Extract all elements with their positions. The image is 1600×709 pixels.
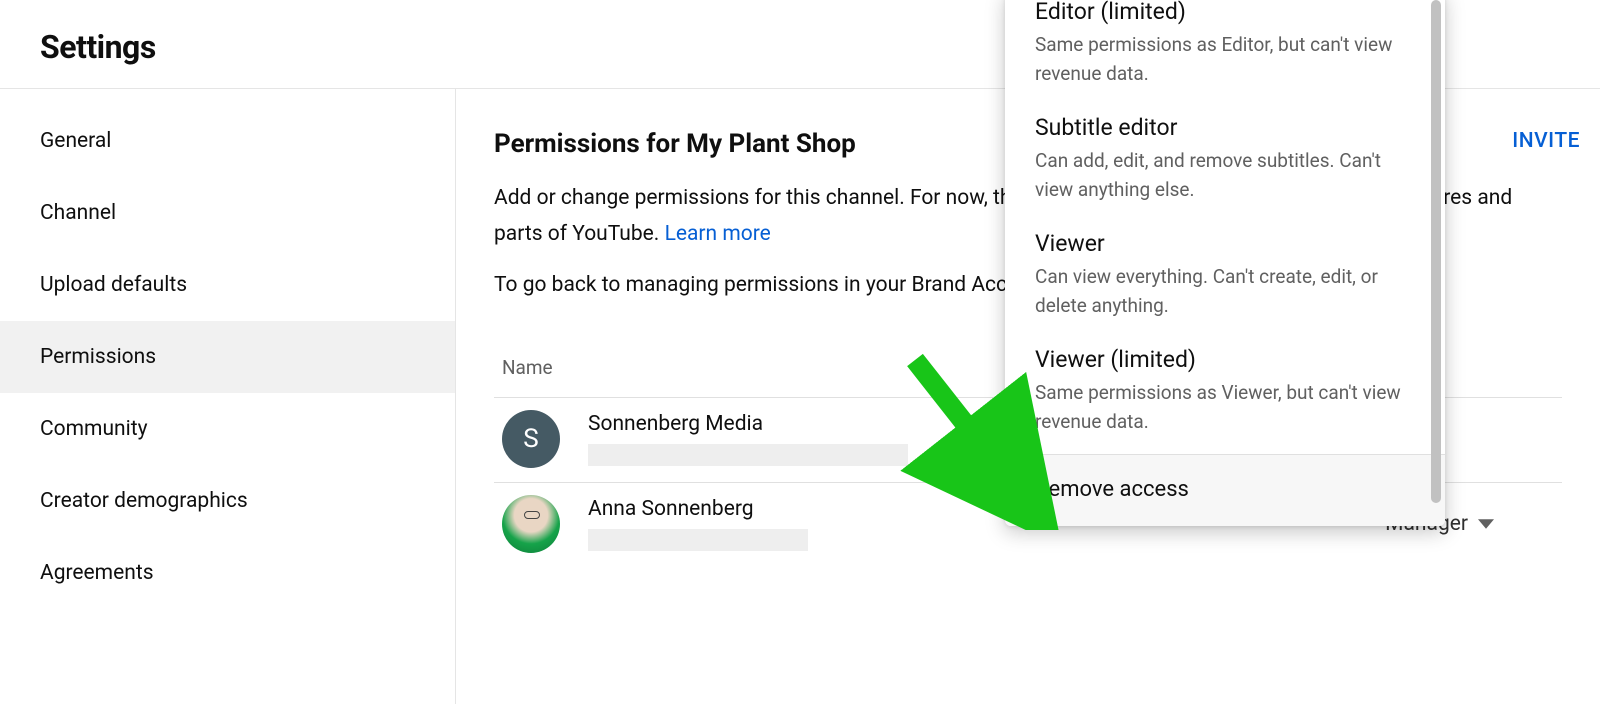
role-option-title: Subtitle editor	[1035, 114, 1415, 141]
sidebar-item-general[interactable]: General	[0, 105, 455, 177]
sidebar-item-upload-defaults[interactable]: Upload defaults	[0, 249, 455, 321]
role-dropdown-menu: Editor (limited) Same permissions as Edi…	[1005, 0, 1445, 526]
dropdown-scrollbar[interactable]	[1431, 0, 1441, 520]
sidebar-item-agreements[interactable]: Agreements	[0, 537, 455, 609]
role-option-viewer-limited[interactable]: Viewer (limited) Same permissions as Vie…	[1005, 338, 1445, 454]
role-option-title: Viewer	[1035, 230, 1415, 257]
dropdown-scroll-thumb[interactable]	[1431, 0, 1441, 503]
avatar: S	[502, 410, 560, 468]
chevron-down-icon	[1478, 519, 1494, 529]
role-option-desc: Same permissions as Editor, but can't vi…	[1035, 31, 1415, 88]
role-option-desc: Can view everything. Can't create, edit,…	[1035, 263, 1415, 320]
learn-more-link[interactable]: Learn more	[665, 222, 771, 246]
sidebar-item-community[interactable]: Community	[0, 393, 455, 465]
user-email-redacted	[588, 529, 808, 551]
role-option-subtitle-editor[interactable]: Subtitle editor Can add, edit, and remov…	[1005, 106, 1445, 222]
user-email-redacted	[588, 444, 908, 466]
role-option-editor-limited[interactable]: Editor (limited) Same permissions as Edi…	[1005, 0, 1445, 106]
role-option-title: Editor (limited)	[1035, 0, 1415, 25]
sidebar-item-channel[interactable]: Channel	[0, 177, 455, 249]
remove-access-option[interactable]: Remove access	[1005, 455, 1445, 526]
avatar	[502, 495, 560, 553]
sidebar-item-permissions[interactable]: Permissions	[0, 321, 455, 393]
settings-sidebar: General Channel Upload defaults Permissi…	[0, 89, 456, 704]
invite-button[interactable]: INVITE	[1512, 129, 1580, 153]
role-option-desc: Can add, edit, and remove subtitles. Can…	[1035, 147, 1415, 204]
sidebar-item-creator-demographics[interactable]: Creator demographics	[0, 465, 455, 537]
role-option-viewer[interactable]: Viewer Can view everything. Can't create…	[1005, 222, 1445, 338]
role-option-desc: Same permissions as Viewer, but can't vi…	[1035, 379, 1415, 436]
role-option-title: Viewer (limited)	[1035, 346, 1415, 373]
